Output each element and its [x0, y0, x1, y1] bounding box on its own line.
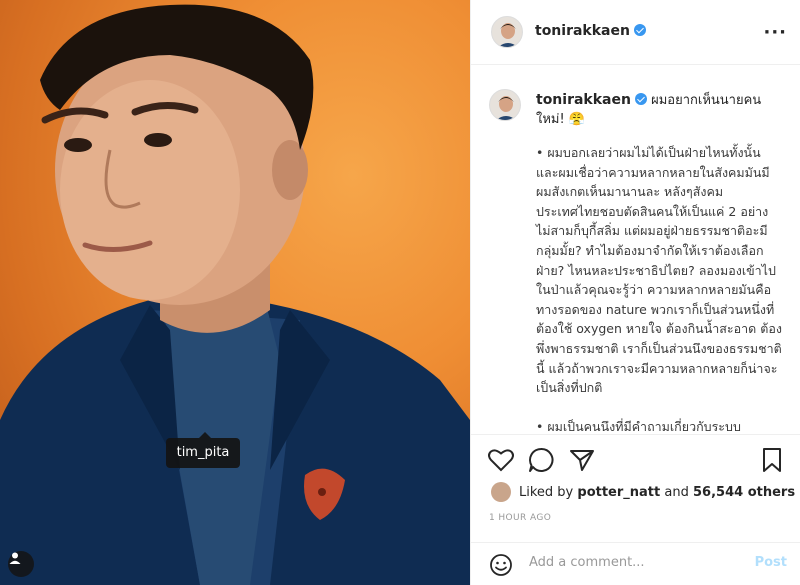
- header-username[interactable]: tonirakkaen: [535, 23, 646, 39]
- post-timestamp[interactable]: 1 HOUR AGO: [489, 513, 551, 523]
- user-tag-button[interactable]: [8, 551, 34, 577]
- portrait-illustration: [0, 4, 470, 585]
- avatar[interactable]: [491, 16, 523, 48]
- caption-username-text[interactable]: tonirakkaen: [536, 92, 631, 108]
- header-username-text[interactable]: tonirakkaen: [535, 23, 630, 39]
- caption-body: • ผมบอกเลยว่าผมไม่ได้เป็นฝ่ายไหนทั้งนั้น…: [536, 145, 782, 435]
- post-header: tonirakkaen ···: [471, 0, 800, 65]
- caption-avatar[interactable]: [489, 89, 521, 121]
- post-button[interactable]: Post: [755, 555, 787, 570]
- avatar-image: [490, 90, 520, 120]
- likes-count[interactable]: 56,544 others: [693, 485, 795, 500]
- add-comment-bar: Add a comment... Post: [471, 542, 800, 585]
- comment-input[interactable]: Add a comment...: [529, 555, 645, 570]
- instagram-post: tim_pita tonirakkaen ··· tonirakkaen ผมอ…: [0, 0, 800, 585]
- likes-prefix: Liked by: [519, 484, 574, 500]
- caption-lead: tonirakkaen ผมอยากเห็นนายคนใหม่! 😤: [536, 91, 786, 129]
- liker-username[interactable]: potter_natt: [577, 485, 660, 500]
- heart-icon[interactable]: [488, 448, 514, 472]
- likes-and: and: [664, 484, 689, 500]
- caption-username[interactable]: tonirakkaen: [536, 92, 647, 108]
- post-panel: tonirakkaen ··· tonirakkaen ผมอยากเห็นนา…: [470, 0, 800, 585]
- share-icon[interactable]: [569, 448, 595, 472]
- bookmark-icon[interactable]: [761, 447, 783, 473]
- verified-icon: [634, 93, 647, 105]
- user-tag-icon: [9, 552, 21, 564]
- emoji-icon[interactable]: [489, 553, 513, 577]
- user-tag-label[interactable]: tim_pita: [166, 432, 240, 468]
- avatar-image: [492, 17, 522, 47]
- action-bar: [471, 440, 800, 480]
- comment-icon[interactable]: [528, 447, 554, 473]
- post-photo[interactable]: tim_pita: [0, 0, 470, 585]
- likes-line: Liked by potter_natt and 56,544 others: [491, 482, 795, 502]
- more-icon[interactable]: ···: [763, 22, 787, 43]
- comments-section[interactable]: tonirakkaen ผมอยากเห็นนายคนใหม่! 😤 • ผมบ…: [471, 65, 800, 435]
- liker-avatar[interactable]: [491, 482, 511, 502]
- verified-icon: [633, 24, 646, 36]
